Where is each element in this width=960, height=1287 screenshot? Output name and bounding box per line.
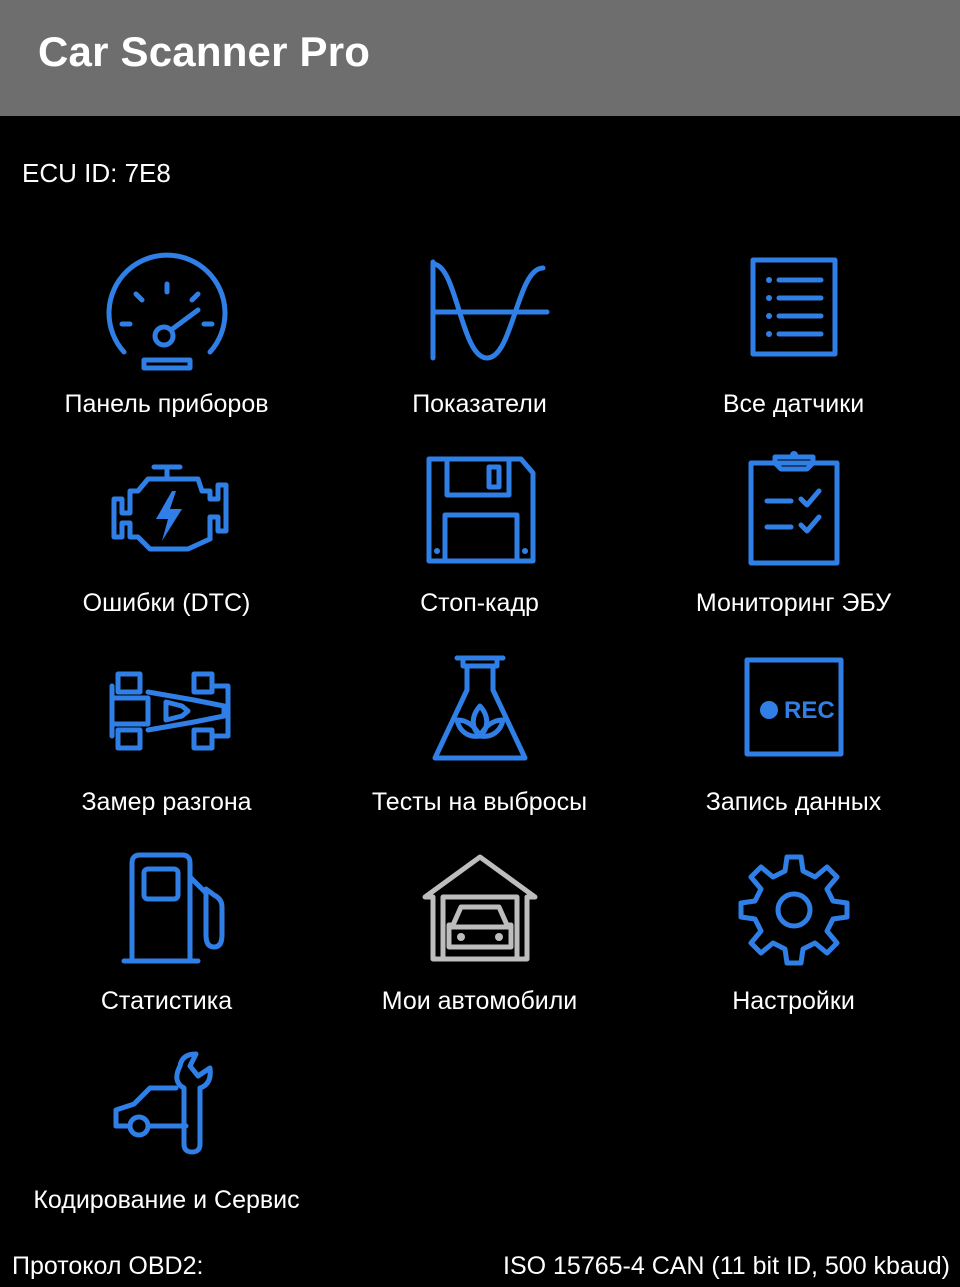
protocol-label: Протокол OBD2:: [12, 1252, 204, 1280]
speedometer-icon: [10, 252, 323, 371]
menu-item-label: Статистика: [100, 987, 233, 1015]
gear-icon: [637, 854, 950, 966]
menu-item-dtc[interactable]: Ошибки (DTC): [10, 439, 323, 638]
menu-item-settings[interactable]: Настройки: [637, 837, 950, 1036]
menu-item-freeze-frame[interactable]: Стоп-кадр: [323, 439, 636, 638]
sine-wave-icon: [323, 258, 636, 368]
rec-icon: REC: [637, 656, 950, 766]
menu-item-label: Запись данных: [705, 788, 882, 816]
race-car-icon: [10, 656, 323, 766]
ecu-id-label: ECU ID: 7E8: [22, 158, 171, 188]
menu-item-label: Мониторинг ЭБУ: [695, 589, 892, 617]
menu-item-label: Показатели: [412, 390, 547, 418]
app-bar: Car Scanner Pro: [0, 0, 960, 116]
menu-item-label: Мои автомобили: [381, 987, 578, 1015]
menu-item-acceleration[interactable]: Замер разгона: [10, 638, 323, 837]
car-wrench-icon: [10, 1051, 323, 1164]
clipboard-check-icon: [637, 451, 950, 567]
menu-item-label: Кодирование и Сервис: [33, 1186, 300, 1214]
menu-item-label: Все датчики: [722, 390, 865, 418]
svg-text:REC: REC: [784, 697, 835, 724]
menu-item-label: Тесты на выбросы: [371, 788, 588, 816]
menu-item-ecu-monitoring[interactable]: Мониторинг ЭБУ: [637, 439, 950, 638]
menu-item-my-cars[interactable]: Мои автомобили: [323, 837, 636, 1036]
check-engine-icon: [10, 457, 323, 567]
menu-item-coding-service[interactable]: Кодирование и Сервис: [10, 1036, 323, 1235]
menu-item-label: Замер разгона: [81, 788, 252, 816]
floppy-disk-icon: [323, 456, 636, 567]
menu-item-label: Стоп-кадр: [420, 589, 539, 617]
menu-item-all-sensors[interactable]: Все датчики: [637, 240, 950, 439]
menu-item-statistics[interactable]: Статистика: [10, 837, 323, 1036]
menu-item-indicators[interactable]: Показатели: [323, 240, 636, 439]
protocol-value: ISO 15765-4 CAN (11 bit ID, 500 kbaud): [503, 1252, 950, 1280]
app-title: Car Scanner Pro: [38, 28, 371, 75]
menu-item-data-recording[interactable]: REC Запись данных: [637, 638, 950, 837]
menu-item-label: Панель приборов: [64, 390, 269, 418]
flask-leaf-icon: [323, 655, 636, 766]
garage-car-icon: [323, 854, 636, 965]
fuel-pump-icon: [10, 852, 323, 965]
list-document-icon: [637, 257, 950, 368]
menu-item-label: Настройки: [732, 987, 855, 1015]
menu-item-label: Ошибки (DTC): [82, 589, 251, 617]
menu-item-dashboard[interactable]: Панель приборов: [10, 240, 323, 439]
menu-item-emission-tests[interactable]: Тесты на выбросы: [323, 638, 636, 837]
